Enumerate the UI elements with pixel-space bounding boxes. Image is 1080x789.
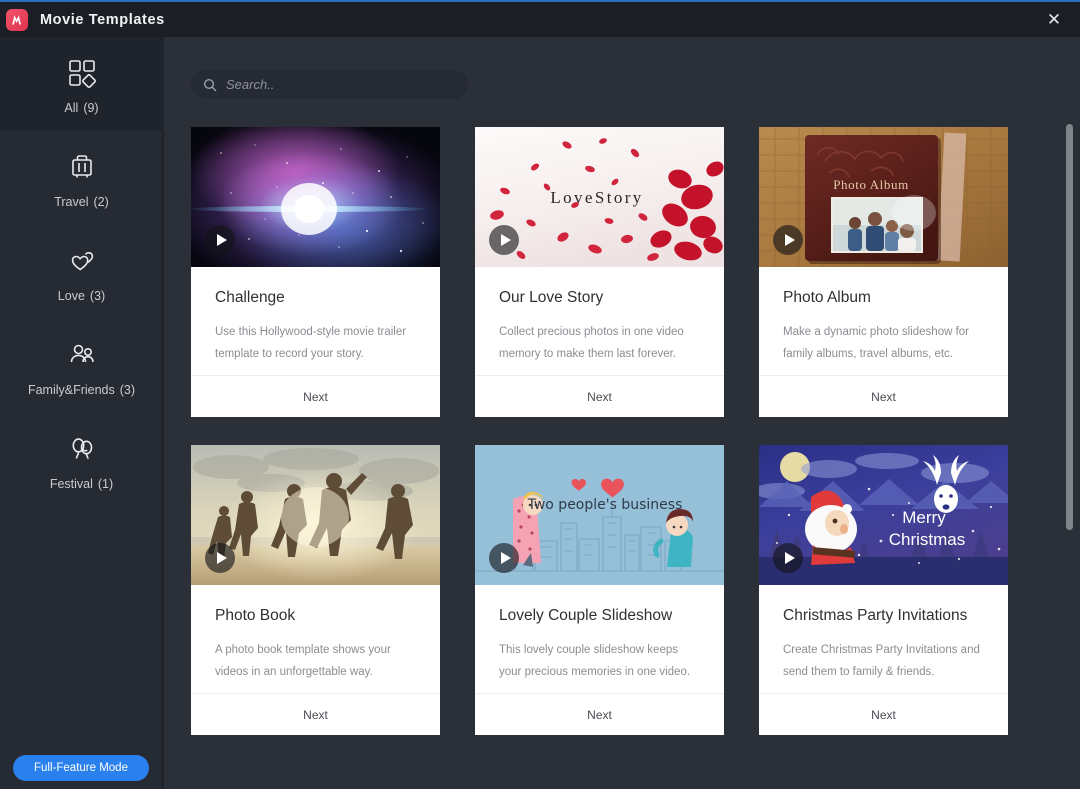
play-button[interactable] (205, 225, 235, 255)
template-card-lovely-couple-slideshow[interactable]: Two people's business Lovely Couple Slid… (475, 445, 724, 735)
two-hearts-icon (64, 241, 100, 281)
play-button[interactable] (773, 225, 803, 255)
sidebar: All (9) Travel (2) Love (3) Family&Frien… (0, 37, 163, 789)
page-title: Movie Templates (40, 11, 165, 28)
content-area: Challenge Use this Hollywood-style movie… (164, 37, 1080, 789)
templates-grid: Challenge Use this Hollywood-style movie… (191, 127, 1046, 763)
card-description: Make a dynamic photo slideshow for famil… (783, 326, 970, 360)
sidebar-item-label: Festival (1) (49, 477, 114, 491)
next-button[interactable]: Next (759, 375, 1008, 417)
suitcase-icon (64, 147, 100, 187)
next-button[interactable]: Next (475, 375, 724, 417)
play-button[interactable] (205, 543, 235, 573)
sidebar-item-travel[interactable]: Travel (2) (0, 131, 163, 225)
content-scrollbar[interactable] (1063, 37, 1075, 789)
card-body: Photo Book A photo book template shows y… (191, 585, 440, 693)
card-description: A photo book template shows your videos … (215, 644, 391, 678)
card-title: Christmas Party Invitations (783, 607, 968, 624)
next-button[interactable]: Next (759, 693, 1008, 735)
leather-photo-album-thumbnail[interactable]: Photo Album (759, 127, 1008, 267)
template-card-photo-album[interactable]: Photo Album Photo Album Make a dynamic p… (759, 127, 1008, 417)
title-bar: Movie Templates ✕ (0, 2, 1080, 37)
card-description: This lovely couple slideshow keeps your … (499, 644, 691, 678)
svg-text:Two people's business: Two people's business (527, 497, 683, 513)
card-description: Use this Hollywood-style movie trailer t… (215, 326, 407, 360)
template-card-photo-book[interactable]: Photo Book A photo book template shows y… (191, 445, 440, 735)
card-body: Challenge Use this Hollywood-style movie… (191, 267, 440, 375)
beach-runners-thumbnail[interactable] (191, 445, 440, 585)
full-feature-mode-button[interactable]: Full-Feature Mode (13, 755, 149, 781)
close-icon[interactable]: ✕ (1036, 2, 1072, 37)
santa-christmas-thumbnail[interactable]: Merry Christmas (759, 445, 1008, 585)
sidebar-item-family-friends[interactable]: Family&Friends (3) (0, 319, 163, 413)
card-title: Photo Book (215, 607, 296, 624)
template-card-challenge[interactable]: Challenge Use this Hollywood-style movie… (191, 127, 440, 417)
sidebar-item-label: Travel (2) (54, 195, 109, 209)
card-title: Our Love Story (499, 289, 604, 306)
space-nebula-thumbnail[interactable] (191, 127, 440, 267)
sidebar-item-festival[interactable]: Festival (1) (0, 413, 163, 507)
two-people-icon (64, 335, 100, 375)
balloons-icon (64, 429, 100, 469)
card-body: Our Love Story Collect precious photos i… (475, 267, 724, 375)
rose-petals-thumbnail[interactable]: LoveStory (475, 127, 724, 267)
template-card-christmas-party-invitations[interactable]: Merry Christmas Christmas Party Invitati… (759, 445, 1008, 735)
play-button[interactable] (489, 543, 519, 573)
card-body: Christmas Party Invitations Create Chris… (759, 585, 1008, 693)
play-button[interactable] (773, 543, 803, 573)
search-bar[interactable] (191, 70, 468, 99)
sidebar-item-label: Family&Friends (3) (27, 383, 136, 397)
svg-text:Merry: Merry (902, 508, 946, 527)
cartoon-couple-city-thumbnail[interactable]: Two people's business (475, 445, 724, 585)
svg-text:Photo Album: Photo Album (833, 177, 909, 192)
next-button[interactable]: Next (475, 693, 724, 735)
card-title: Photo Album (783, 289, 871, 306)
card-title: Challenge (215, 289, 285, 306)
grid-shapes-icon (64, 53, 100, 93)
movie-templates-window: Movie Templates ✕ All (9) Travel (2) Lov… (0, 0, 1080, 789)
sidebar-item-label: Love (3) (57, 289, 106, 303)
next-button[interactable]: Next (191, 375, 440, 417)
card-description: Create Christmas Party Invitations and s… (783, 644, 980, 678)
sidebar-item-label: All (9) (64, 101, 99, 115)
card-description: Collect precious photos in one video mem… (499, 326, 684, 360)
scrollbar-thumb[interactable] (1066, 124, 1073, 530)
card-body: Photo Album Make a dynamic photo slidesh… (759, 267, 1008, 375)
template-card-our-love-story[interactable]: LoveStory Our Love Story Collect preciou… (475, 127, 724, 417)
next-button[interactable]: Next (191, 693, 440, 735)
sidebar-item-all[interactable]: All (9) (0, 37, 163, 131)
filmora-app-icon (6, 8, 28, 31)
play-button[interactable] (489, 225, 519, 255)
card-title: Lovely Couple Slideshow (499, 607, 673, 624)
svg-text:LoveStory: LoveStory (550, 188, 643, 207)
svg-text:Christmas: Christmas (889, 530, 966, 549)
search-icon (203, 78, 217, 92)
card-body: Lovely Couple Slideshow This lovely coup… (475, 585, 724, 693)
sidebar-item-love[interactable]: Love (3) (0, 225, 163, 319)
search-input[interactable] (226, 77, 468, 92)
